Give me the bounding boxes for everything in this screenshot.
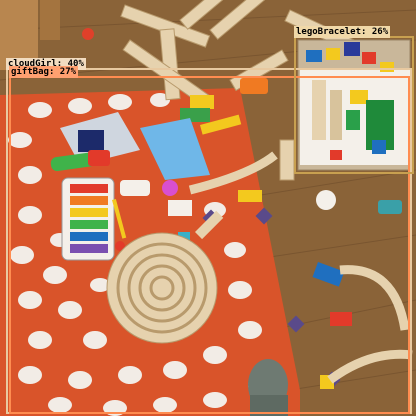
photo-stage: cloudGirl: 40% giftBag: 27% legoBracelet… — [0, 0, 416, 416]
detection-label-giftBag: giftBag: 27% — [9, 66, 79, 78]
detection-label-legoBracelet: legoBracelet: 26% — [294, 26, 391, 38]
detection-box-legoBracelet: legoBracelet: 26% — [294, 26, 414, 174]
